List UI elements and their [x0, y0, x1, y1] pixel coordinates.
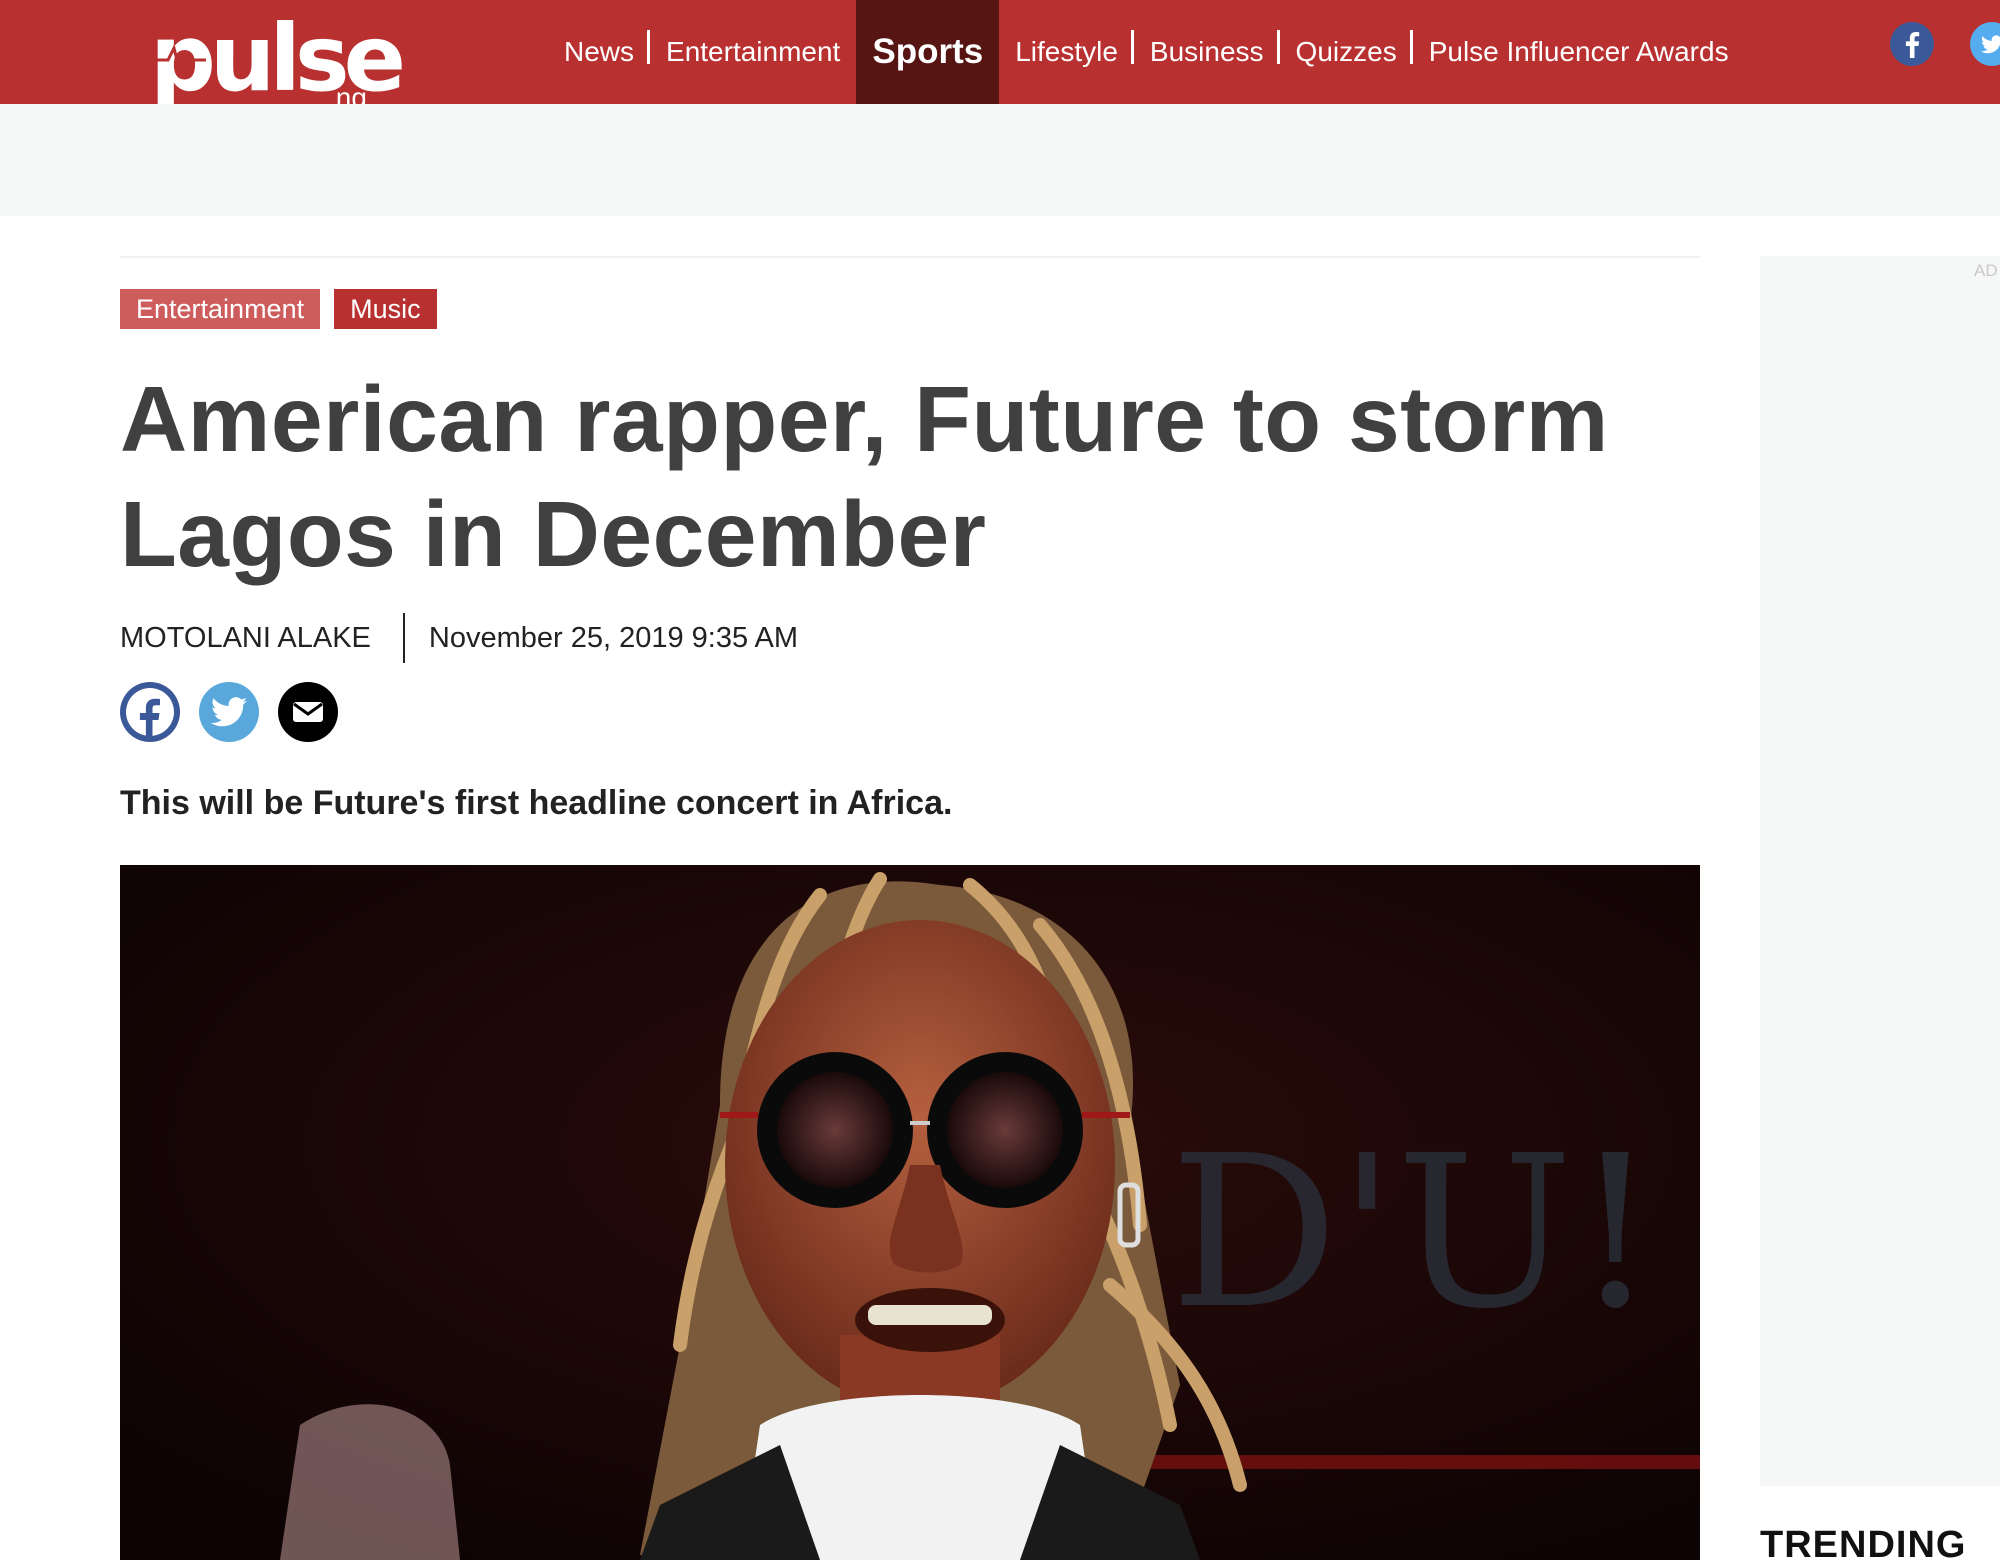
share-twitter-button[interactable] [199, 682, 259, 742]
nav-item-pulse-influencer-awards[interactable]: Pulse Influencer Awards [1413, 0, 1745, 104]
nav-item-lifestyle[interactable]: Lifestyle [999, 0, 1134, 104]
background-signage-text: D'U! [1170, 1110, 1657, 1355]
article-lead: This will be Future's first headline con… [120, 784, 953, 822]
share-buttons [120, 682, 338, 742]
author-name[interactable]: MOTOLANI ALAKE [120, 622, 403, 655]
article-tags: Entertainment Music [120, 289, 437, 329]
rapper-photo: D'U! [120, 865, 1700, 1560]
nav-item-quizzes[interactable]: Quizzes [1280, 0, 1413, 104]
byline-divider [402, 613, 405, 663]
headline-line-1: American rapper, Future to storm [120, 367, 1609, 471]
nav-item-entertainment[interactable]: Entertainment [650, 0, 856, 104]
facebook-icon [122, 684, 178, 740]
top-ad-banner [0, 104, 2000, 216]
publish-date: November 25, 2019 9:35 AM [428, 621, 799, 654]
main-nav: News Entertainment Sports Lifestyle Busi… [548, 0, 1745, 104]
tag-entertainment[interactable]: Entertainment [120, 289, 321, 329]
trending-heading: TRENDING [1760, 1524, 1967, 1566]
nav-item-news[interactable]: News [548, 0, 651, 104]
facebook-icon[interactable] [1890, 22, 1934, 66]
email-icon [293, 702, 323, 722]
article-headline: American rapper, Future to storm Lagos i… [120, 362, 1720, 592]
sidebar-ad: AD [1760, 256, 2000, 1486]
twitter-icon [211, 697, 247, 727]
headline-line-2: Lagos in December [120, 482, 987, 586]
tag-music[interactable]: Music [334, 289, 437, 329]
nav-item-sports[interactable]: Sports [856, 0, 1000, 104]
nav-item-business[interactable]: Business [1134, 0, 1280, 104]
article-hero-image: D'U! [120, 865, 1700, 1560]
share-facebook-button[interactable] [120, 682, 180, 742]
ad-label: AD [1974, 261, 1998, 280]
top-navigation-bar: pulse .ng News Entertainment Sports Life… [0, 0, 2000, 131]
share-email-button[interactable] [278, 682, 338, 742]
content-divider [120, 256, 1700, 258]
twitter-icon[interactable] [1970, 22, 2000, 66]
article-byline: MOTOLANI ALAKE November 25, 2019 9:35 AM [120, 612, 798, 664]
